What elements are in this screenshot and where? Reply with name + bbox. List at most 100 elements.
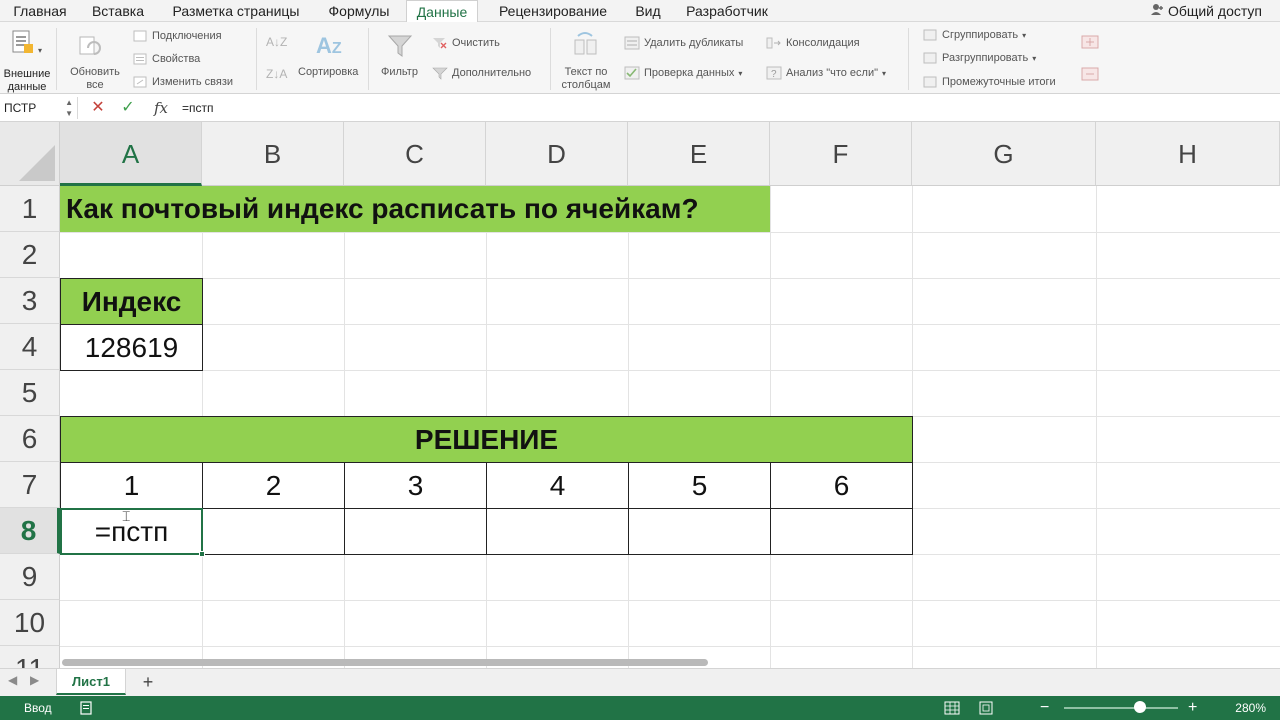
column-header-e[interactable]: E (628, 122, 770, 186)
column-header-d[interactable]: D (486, 122, 628, 186)
row-header-4[interactable]: 4 (0, 324, 60, 370)
tab-developer[interactable]: Разработчик (674, 0, 780, 22)
digit-position-cell[interactable]: 6 (770, 462, 913, 509)
zoom-level[interactable]: 280% (1235, 696, 1266, 720)
digit-result-cell[interactable] (344, 508, 487, 555)
row-header-9[interactable]: 9 (0, 554, 60, 600)
sheet-tab-list1[interactable]: Лист1 (56, 669, 126, 695)
digit-result-cell[interactable] (202, 508, 345, 555)
remove-duplicates-button[interactable]: Удалить дубликаты (624, 36, 743, 50)
active-cell-editor[interactable]: =пстп (60, 508, 203, 555)
digit-result-cell[interactable] (486, 508, 629, 555)
clear-label: Очистить (452, 36, 500, 49)
digit-result-cell[interactable] (628, 508, 771, 555)
macro-record-icon[interactable] (78, 700, 94, 716)
insert-function-icon[interactable]: fx (150, 97, 172, 119)
tab-insert[interactable]: Вставка (82, 0, 154, 22)
edit-links-button[interactable]: Изменить связи (132, 75, 233, 89)
group-button[interactable]: Сгруппировать ▾ (922, 28, 1026, 42)
tab-page-layout[interactable]: Разметка страницы (160, 0, 312, 22)
horizontal-scrollbar[interactable] (62, 659, 708, 666)
solution-header-cell[interactable]: РЕШЕНИЕ (60, 416, 913, 463)
gridline (60, 324, 1280, 325)
properties-button[interactable]: Свойства (132, 52, 200, 66)
subtotals-icon (923, 76, 937, 88)
select-all-button[interactable] (0, 122, 60, 186)
fill-handle[interactable] (199, 551, 205, 557)
row-header-8[interactable]: 8 (0, 508, 60, 554)
filter-icon[interactable] (386, 32, 414, 60)
tab-review[interactable]: Рецензирование (484, 0, 622, 22)
external-data-label[interactable]: Внешние данные (3, 68, 51, 94)
consolidate-button[interactable]: Консолидация (766, 36, 860, 50)
zoom-in-button[interactable]: + (1188, 696, 1197, 720)
row-header-6[interactable]: 6 (0, 416, 60, 462)
column-header-a[interactable]: A (60, 122, 202, 186)
column-header-h[interactable]: H (1096, 122, 1280, 186)
index-value-cell[interactable]: 128619 (60, 324, 203, 371)
digit-position-cell[interactable]: 4 (486, 462, 629, 509)
refresh-all-label[interactable]: Обновить все (64, 66, 126, 92)
text-to-columns-label[interactable]: Текст по столбцам (560, 66, 612, 92)
row-header-11[interactable]: 11 (0, 646, 60, 668)
sort-label[interactable]: Сортировка (298, 66, 358, 79)
row-header-2[interactable]: 2 (0, 232, 60, 278)
share-button[interactable]: Общий доступ (1150, 0, 1262, 22)
column-header-b[interactable]: B (202, 122, 344, 186)
zoom-out-button[interactable]: − (1040, 696, 1049, 720)
title-cell[interactable]: Как почтовый индекс расписать по ячейкам… (60, 186, 770, 232)
sort-ascending-icon[interactable]: A↓Z (266, 36, 287, 49)
filter-label[interactable]: Фильтр (381, 66, 418, 79)
digit-position-cell[interactable]: 1 (60, 462, 203, 509)
name-box[interactable]: ПСТР ▲ ▼ (0, 97, 78, 119)
index-header-cell[interactable]: Индекс (60, 278, 203, 325)
chevron-down-icon[interactable]: ▾ (38, 44, 42, 57)
external-data-icon[interactable] (8, 28, 36, 56)
row-header-3[interactable]: 3 (0, 278, 60, 324)
previous-sheet-icon[interactable]: ◀ (8, 673, 17, 687)
row-header-5[interactable]: 5 (0, 370, 60, 416)
show-detail-icon[interactable] (1080, 34, 1100, 50)
refresh-icon[interactable] (76, 32, 104, 60)
digit-position-cell[interactable]: 2 (202, 462, 345, 509)
zoom-slider-handle[interactable] (1134, 701, 1146, 713)
next-sheet-icon[interactable]: ▶ (30, 673, 39, 687)
row-header-10[interactable]: 10 (0, 600, 60, 646)
tab-view[interactable]: Вид (628, 0, 668, 22)
worksheet-grid: A B C D E F G H 1 2 3 4 5 6 7 8 9 10 11 (0, 122, 1280, 668)
text-to-columns-icon[interactable] (572, 30, 600, 58)
zoom-slider[interactable] (1064, 707, 1178, 709)
sort-descending-icon[interactable]: Z↓A (266, 68, 287, 81)
normal-view-icon[interactable] (944, 700, 960, 716)
gridline (60, 278, 1280, 279)
tab-home[interactable]: Главная (4, 0, 76, 22)
cancel-icon[interactable]: ✕ (88, 97, 108, 119)
formula-input[interactable]: =пстп (182, 97, 214, 119)
row-header-1[interactable]: 1 (0, 186, 60, 232)
add-sheet-button[interactable]: + (134, 669, 162, 695)
tab-formulas[interactable]: Формулы (318, 0, 400, 22)
advanced-filter-button[interactable]: Дополнительно (432, 66, 531, 80)
digit-result-cell[interactable] (770, 508, 913, 555)
subtotals-button[interactable]: Промежуточные итоги (922, 75, 1056, 89)
enter-icon[interactable]: ✓ (118, 97, 138, 119)
stepper-icon[interactable]: ▲ ▼ (65, 97, 73, 119)
gridline (60, 646, 1280, 647)
ungroup-button[interactable]: Разгруппировать ▾ (922, 51, 1036, 65)
row-header-7[interactable]: 7 (0, 462, 60, 508)
what-if-button[interactable]: ? Анализ "что если" ▾ (766, 66, 886, 80)
sort-icon[interactable]: AZ (316, 34, 342, 61)
gridline (1096, 186, 1097, 668)
hide-detail-icon[interactable] (1080, 66, 1100, 82)
data-validation-label: Проверка данных (644, 66, 735, 79)
clear-filter-button[interactable]: Очистить (432, 36, 500, 50)
column-header-f[interactable]: F (770, 122, 912, 186)
page-layout-view-icon[interactable] (978, 700, 994, 716)
digit-position-cell[interactable]: 5 (628, 462, 771, 509)
column-header-c[interactable]: C (344, 122, 486, 186)
tab-data[interactable]: Данные (406, 0, 478, 23)
column-header-g[interactable]: G (912, 122, 1096, 186)
data-validation-button[interactable]: Проверка данных ▾ (624, 66, 742, 80)
digit-position-cell[interactable]: 3 (344, 462, 487, 509)
connections-button[interactable]: Подключения (132, 29, 222, 43)
